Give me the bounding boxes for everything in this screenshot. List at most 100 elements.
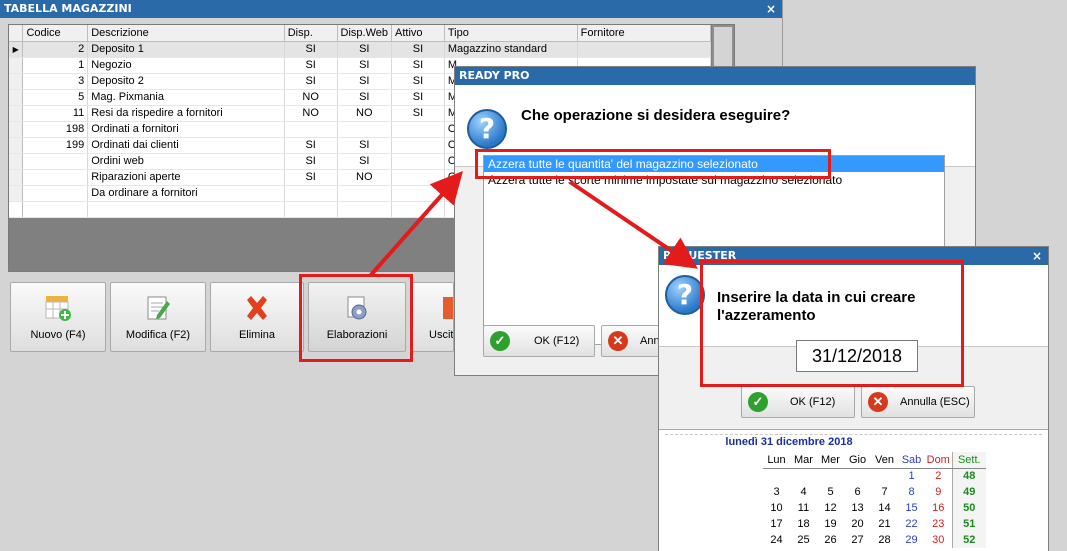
cell-tipo: Magazzino standard bbox=[444, 41, 578, 58]
calendar-day[interactable]: 3 bbox=[763, 484, 790, 500]
calendar-day[interactable] bbox=[817, 468, 844, 484]
weekday-header: Gio bbox=[844, 452, 871, 469]
cell-descrizione: Ordini web bbox=[87, 153, 285, 170]
calendar-day[interactable]: 17 bbox=[763, 516, 790, 532]
week-number: 48 bbox=[951, 468, 986, 484]
col-header-disp-web[interactable]: Disp.Web bbox=[337, 25, 393, 42]
calendar-grid: Lun Mar Mer Gio Ven Sab Dom Sett. 1 2 48 bbox=[763, 452, 986, 548]
cell-codice: 5 bbox=[22, 89, 89, 106]
cell-web: SI bbox=[337, 73, 393, 90]
row-indicator bbox=[9, 89, 24, 106]
calendar-day[interactable] bbox=[871, 468, 898, 484]
cell-descrizione: Riparazioni aperte bbox=[87, 169, 285, 186]
calendar-week: 24 25 26 27 28 29 30 52 bbox=[763, 532, 986, 548]
nuovo-button[interactable]: Nuovo (F4) bbox=[10, 282, 106, 352]
cell-codice: 1 bbox=[22, 57, 89, 74]
calendar-day[interactable]: 13 bbox=[844, 500, 871, 516]
dialog1-title: READY PRO bbox=[459, 69, 530, 82]
calendar-day[interactable]: 21 bbox=[871, 516, 898, 532]
cell-web: NO bbox=[337, 169, 393, 186]
calendar-day[interactable]: 6 bbox=[844, 484, 871, 500]
cell-web: SI bbox=[337, 137, 393, 154]
col-header-fornitore[interactable]: Fornitore bbox=[577, 25, 712, 42]
calendar-day[interactable]: 7 bbox=[871, 484, 898, 500]
weekday-header: Mer bbox=[817, 452, 844, 469]
calendar-day[interactable]: 12 bbox=[817, 500, 844, 516]
dialog1-ok-label: OK (F12) bbox=[534, 335, 580, 347]
calendar[interactable]: lunedì 31 dicembre 2018 Lun Mar Mer Gio … bbox=[659, 429, 1048, 551]
calendar-day[interactable]: 22 bbox=[898, 516, 925, 532]
calendar-day[interactable]: 8 bbox=[898, 484, 925, 500]
cell-attivo: SI bbox=[391, 89, 445, 106]
dialog1-question: Che operazione si desidera eseguire? bbox=[521, 107, 791, 124]
cell-codice: 199 bbox=[22, 137, 89, 154]
calendar-day[interactable]: 27 bbox=[844, 532, 871, 548]
calendar-day[interactable]: 11 bbox=[790, 500, 817, 516]
row-indicator bbox=[9, 201, 24, 218]
col-header-attivo[interactable]: Attivo bbox=[391, 25, 445, 42]
empty-cell bbox=[87, 201, 285, 218]
row-indicator bbox=[9, 57, 24, 74]
row-indicator bbox=[9, 169, 24, 186]
elimina-button[interactable]: Elimina bbox=[210, 282, 304, 352]
calendar-day[interactable]: 16 bbox=[925, 500, 952, 516]
dialog2-close-button[interactable]: × bbox=[1032, 247, 1042, 265]
calendar-day[interactable] bbox=[763, 468, 790, 484]
calendar-day[interactable]: 24 bbox=[763, 532, 790, 548]
cell-attivo bbox=[391, 169, 445, 186]
cell-web: SI bbox=[337, 57, 393, 74]
table-row[interactable]: ▶ 2 Deposito 1 SI SI SI Magazzino standa… bbox=[9, 41, 712, 58]
calendar-day[interactable]: 20 bbox=[844, 516, 871, 532]
calendar-separator bbox=[665, 434, 1042, 435]
calendar-day[interactable]: 30 bbox=[925, 532, 952, 548]
cell-attivo bbox=[391, 121, 445, 138]
dialog1-ok-button[interactable]: ✓ OK (F12) bbox=[483, 325, 595, 357]
cell-descrizione: Deposito 1 bbox=[87, 41, 285, 58]
week-number: 51 bbox=[951, 516, 986, 532]
cell-disp: SI bbox=[284, 169, 338, 186]
calendar-day[interactable] bbox=[790, 468, 817, 484]
week-number: 52 bbox=[951, 532, 986, 548]
col-header-descrizione[interactable]: Descrizione bbox=[87, 25, 285, 42]
calendar-day[interactable]: 15 bbox=[898, 500, 925, 516]
col-header-disp[interactable]: Disp. bbox=[284, 25, 338, 42]
calendar-day[interactable]: 19 bbox=[817, 516, 844, 532]
calendar-day[interactable]: 18 bbox=[790, 516, 817, 532]
calendar-day[interactable]: 4 bbox=[790, 484, 817, 500]
elimina-button-label: Elimina bbox=[238, 329, 276, 341]
calendar-day[interactable]: 2 bbox=[925, 468, 952, 484]
cell-disp bbox=[284, 185, 338, 202]
highlight-date-prompt bbox=[700, 260, 964, 387]
calendar-day[interactable]: 10 bbox=[763, 500, 790, 516]
col-header-tipo[interactable]: Tipo bbox=[444, 25, 578, 42]
exit-icon bbox=[443, 297, 453, 319]
calendar-day[interactable]: 29 bbox=[898, 532, 925, 548]
col-header-codice[interactable]: Codice bbox=[22, 25, 89, 42]
dialog2-ok-button[interactable]: ✓ OK (F12) bbox=[741, 386, 855, 418]
modifica-button[interactable]: Modifica (F2) bbox=[110, 282, 206, 352]
cell-descrizione: Deposito 2 bbox=[87, 73, 285, 90]
empty-cell bbox=[391, 201, 445, 218]
calendar-day[interactable]: 1 bbox=[898, 468, 925, 484]
calendar-day[interactable] bbox=[844, 468, 871, 484]
calendar-day[interactable]: 23 bbox=[925, 516, 952, 532]
empty-cell bbox=[22, 201, 89, 218]
cell-codice bbox=[22, 153, 89, 170]
main-close-button[interactable]: × bbox=[766, 0, 776, 18]
question-icon: ? bbox=[467, 109, 507, 149]
calendar-weekday-row: Lun Mar Mer Gio Ven Sab Dom Sett. bbox=[763, 452, 986, 469]
uscita-button[interactable]: Uscita bbox=[410, 282, 454, 352]
calendar-day[interactable]: 28 bbox=[871, 532, 898, 548]
cell-attivo: SI bbox=[391, 73, 445, 90]
calendar-day[interactable]: 5 bbox=[817, 484, 844, 500]
calendar-day[interactable]: 14 bbox=[871, 500, 898, 516]
cell-disp: SI bbox=[284, 153, 338, 170]
row-indicator bbox=[9, 153, 24, 170]
calendar-day[interactable]: 25 bbox=[790, 532, 817, 548]
row-indicator-header bbox=[9, 25, 24, 42]
calendar-week: 3 4 5 6 7 8 9 49 bbox=[763, 484, 986, 500]
delete-x-icon bbox=[247, 296, 267, 320]
calendar-day[interactable]: 9 bbox=[925, 484, 952, 500]
dialog2-cancel-button[interactable]: ✕ Annulla (ESC) bbox=[861, 386, 975, 418]
calendar-day[interactable]: 26 bbox=[817, 532, 844, 548]
